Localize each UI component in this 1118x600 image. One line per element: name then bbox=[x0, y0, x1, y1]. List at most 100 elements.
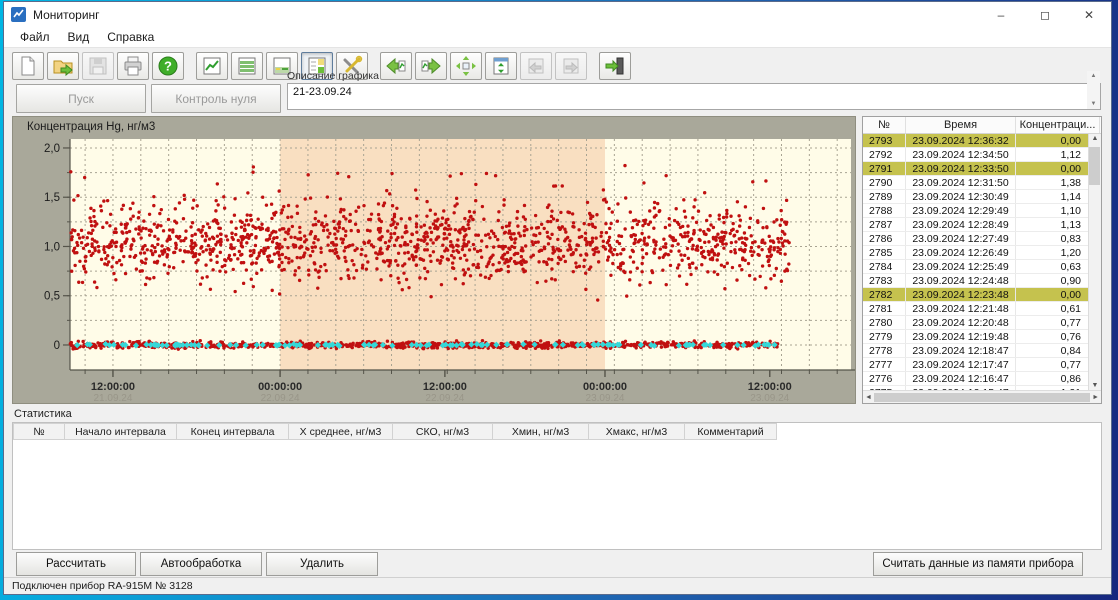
row-time: 23.09.2024 12:31:50 bbox=[906, 176, 1016, 189]
chart-panel[interactable]: Концентрация Hg, нг/м3 2,01,51,00,5012:0… bbox=[12, 116, 856, 404]
row-number: 2793 bbox=[863, 134, 906, 147]
table-row[interactable]: 278123.09.2024 12:21:480,61 bbox=[863, 302, 1101, 316]
table-row[interactable]: 278623.09.2024 12:27:490,83 bbox=[863, 232, 1101, 246]
row-number: 2785 bbox=[863, 246, 906, 259]
row-time: 23.09.2024 12:16:47 bbox=[906, 372, 1016, 385]
stat-col-7[interactable]: Комментарий bbox=[685, 423, 777, 440]
row-number: 2792 bbox=[863, 148, 906, 161]
table-row[interactable]: 278723.09.2024 12:28:491,13 bbox=[863, 218, 1101, 232]
svg-text:23.09.24: 23.09.24 bbox=[750, 393, 789, 403]
table-row[interactable]: 279323.09.2024 12:36:320,00 bbox=[863, 134, 1101, 148]
stat-col-5[interactable]: Хмин, нг/м3 bbox=[493, 423, 589, 440]
help-icon: ? bbox=[157, 55, 179, 77]
measurement-table-header[interactable]: № Время Концентраци... bbox=[863, 117, 1101, 134]
row-number: 2784 bbox=[863, 260, 906, 273]
row-number: 2783 bbox=[863, 274, 906, 287]
stat-col-6[interactable]: Хмакс, нг/м3 bbox=[589, 423, 685, 440]
table-row[interactable]: 277723.09.2024 12:17:470,77 bbox=[863, 358, 1101, 372]
stat-col-4[interactable]: СКО, нг/м3 bbox=[393, 423, 493, 440]
table-row[interactable]: 279023.09.2024 12:31:501,38 bbox=[863, 176, 1101, 190]
row-number: 2780 bbox=[863, 316, 906, 329]
chart-description-label: Описание графика bbox=[287, 70, 1101, 82]
table-vscroll-thumb[interactable] bbox=[1089, 147, 1100, 185]
view-table-icon bbox=[236, 55, 258, 77]
scroll-right-icon[interactable]: ► bbox=[1092, 394, 1099, 401]
minimize-button[interactable]: – bbox=[979, 2, 1023, 27]
help-button[interactable]: ? bbox=[152, 52, 184, 80]
view-table-button[interactable] bbox=[231, 52, 263, 80]
stat-col-0[interactable]: № bbox=[13, 423, 65, 440]
table-row[interactable]: 277623.09.2024 12:16:470,86 bbox=[863, 372, 1101, 386]
stat-col-1[interactable]: Начало интервала bbox=[65, 423, 177, 440]
autoprocess-button[interactable]: Автообработка bbox=[140, 552, 262, 576]
col-concentration[interactable]: Концентраци... bbox=[1016, 117, 1100, 133]
row-time: 23.09.2024 12:17:47 bbox=[906, 358, 1016, 371]
print-button[interactable] bbox=[117, 52, 149, 80]
row-time: 23.09.2024 12:34:50 bbox=[906, 148, 1016, 161]
start-button[interactable]: Пуск bbox=[16, 84, 146, 113]
row-time: 23.09.2024 12:20:48 bbox=[906, 316, 1016, 329]
svg-text:0: 0 bbox=[54, 340, 60, 352]
app-window: Мониторинг – ◻ ✕ Файл Вид Справка ? Пуск… bbox=[4, 2, 1111, 594]
open-file-button[interactable] bbox=[47, 52, 79, 80]
delete-button[interactable]: Удалить bbox=[266, 552, 378, 576]
print-icon bbox=[122, 55, 144, 77]
table-row[interactable]: 279123.09.2024 12:33:500,00 bbox=[863, 162, 1101, 176]
save-icon bbox=[87, 55, 109, 77]
table-row[interactable]: 277823.09.2024 12:18:470,84 bbox=[863, 344, 1101, 358]
scroll-left-icon[interactable]: ◄ bbox=[865, 394, 872, 401]
statusbar: Подключен прибор RA-915M № 3128 bbox=[4, 577, 1111, 594]
save-button bbox=[82, 52, 114, 80]
window-title: Мониторинг bbox=[33, 8, 979, 22]
table-row[interactable]: 278223.09.2024 12:23:480,00 bbox=[863, 288, 1101, 302]
table-row[interactable]: 278023.09.2024 12:20:480,77 bbox=[863, 316, 1101, 330]
table-row[interactable]: 278423.09.2024 12:25:490,63 bbox=[863, 260, 1101, 274]
row-number: 2776 bbox=[863, 372, 906, 385]
read-memory-button[interactable]: Считать данные из памяти прибора bbox=[873, 552, 1083, 576]
row-time: 23.09.2024 12:29:49 bbox=[906, 204, 1016, 217]
table-hscroll-thumb[interactable] bbox=[874, 393, 1090, 402]
table-row[interactable]: 279223.09.2024 12:34:501,12 bbox=[863, 148, 1101, 162]
row-number: 2781 bbox=[863, 302, 906, 315]
stat-col-3[interactable]: Х среднее, нг/м3 bbox=[289, 423, 393, 440]
menu-view[interactable]: Вид bbox=[60, 28, 98, 46]
svg-text:21.09.24: 21.09.24 bbox=[93, 393, 132, 403]
row-number: 2778 bbox=[863, 344, 906, 357]
app-icon bbox=[11, 7, 26, 22]
scroll-up-icon[interactable]: ▲ bbox=[1092, 135, 1099, 142]
row-number: 2779 bbox=[863, 330, 906, 343]
table-row[interactable]: 278523.09.2024 12:26:491,20 bbox=[863, 246, 1101, 260]
zero-control-button[interactable]: Контроль нуля bbox=[151, 84, 281, 113]
statistics-table-header: №Начало интервалаКонец интервалаХ средне… bbox=[13, 423, 1101, 440]
row-time: 23.09.2024 12:18:47 bbox=[906, 344, 1016, 357]
col-time[interactable]: Время bbox=[906, 117, 1016, 133]
new-document-button[interactable] bbox=[12, 52, 44, 80]
row-time: 23.09.2024 12:21:48 bbox=[906, 302, 1016, 315]
menu-help[interactable]: Справка bbox=[99, 28, 162, 46]
col-number[interactable]: № bbox=[863, 117, 906, 133]
table-horizontal-scrollbar[interactable]: ◄► bbox=[863, 390, 1101, 403]
svg-text:22.09.24: 22.09.24 bbox=[425, 393, 464, 403]
view-chart-button[interactable] bbox=[196, 52, 228, 80]
menu-file[interactable]: Файл bbox=[12, 28, 58, 46]
concentration-chart[interactable]: 2,01,51,00,5012:00:0021.09.2400:00:0022.… bbox=[13, 117, 855, 403]
measurement-table-body: 279323.09.2024 12:36:320,00279223.09.202… bbox=[863, 134, 1101, 403]
chart-description-group: Описание графика 21-23.09.24 ▲▼ bbox=[287, 70, 1101, 110]
scroll-up-icon[interactable]: ▲ bbox=[1091, 73, 1097, 79]
close-button[interactable]: ✕ bbox=[1067, 2, 1111, 27]
calculate-button[interactable]: Рассчитать bbox=[16, 552, 136, 576]
maximize-button[interactable]: ◻ bbox=[1023, 2, 1067, 27]
row-number: 2786 bbox=[863, 232, 906, 245]
table-row[interactable]: 278923.09.2024 12:30:491,14 bbox=[863, 190, 1101, 204]
row-time: 23.09.2024 12:23:48 bbox=[906, 288, 1016, 301]
table-row[interactable]: 277923.09.2024 12:19:480,76 bbox=[863, 330, 1101, 344]
scroll-down-icon[interactable]: ▼ bbox=[1092, 382, 1099, 389]
scroll-down-icon[interactable]: ▼ bbox=[1091, 101, 1097, 107]
control-row: Пуск Контроль нуля Описание графика 21-2… bbox=[4, 83, 1111, 115]
chart-description-input[interactable]: 21-23.09.24 bbox=[287, 83, 1101, 110]
stat-col-2[interactable]: Конец интервала bbox=[177, 423, 289, 440]
svg-text:2,0: 2,0 bbox=[44, 143, 60, 155]
table-row[interactable]: 278323.09.2024 12:24:480,90 bbox=[863, 274, 1101, 288]
description-scrollbar[interactable]: ▲▼ bbox=[1087, 71, 1100, 109]
table-row[interactable]: 278823.09.2024 12:29:491,10 bbox=[863, 204, 1101, 218]
